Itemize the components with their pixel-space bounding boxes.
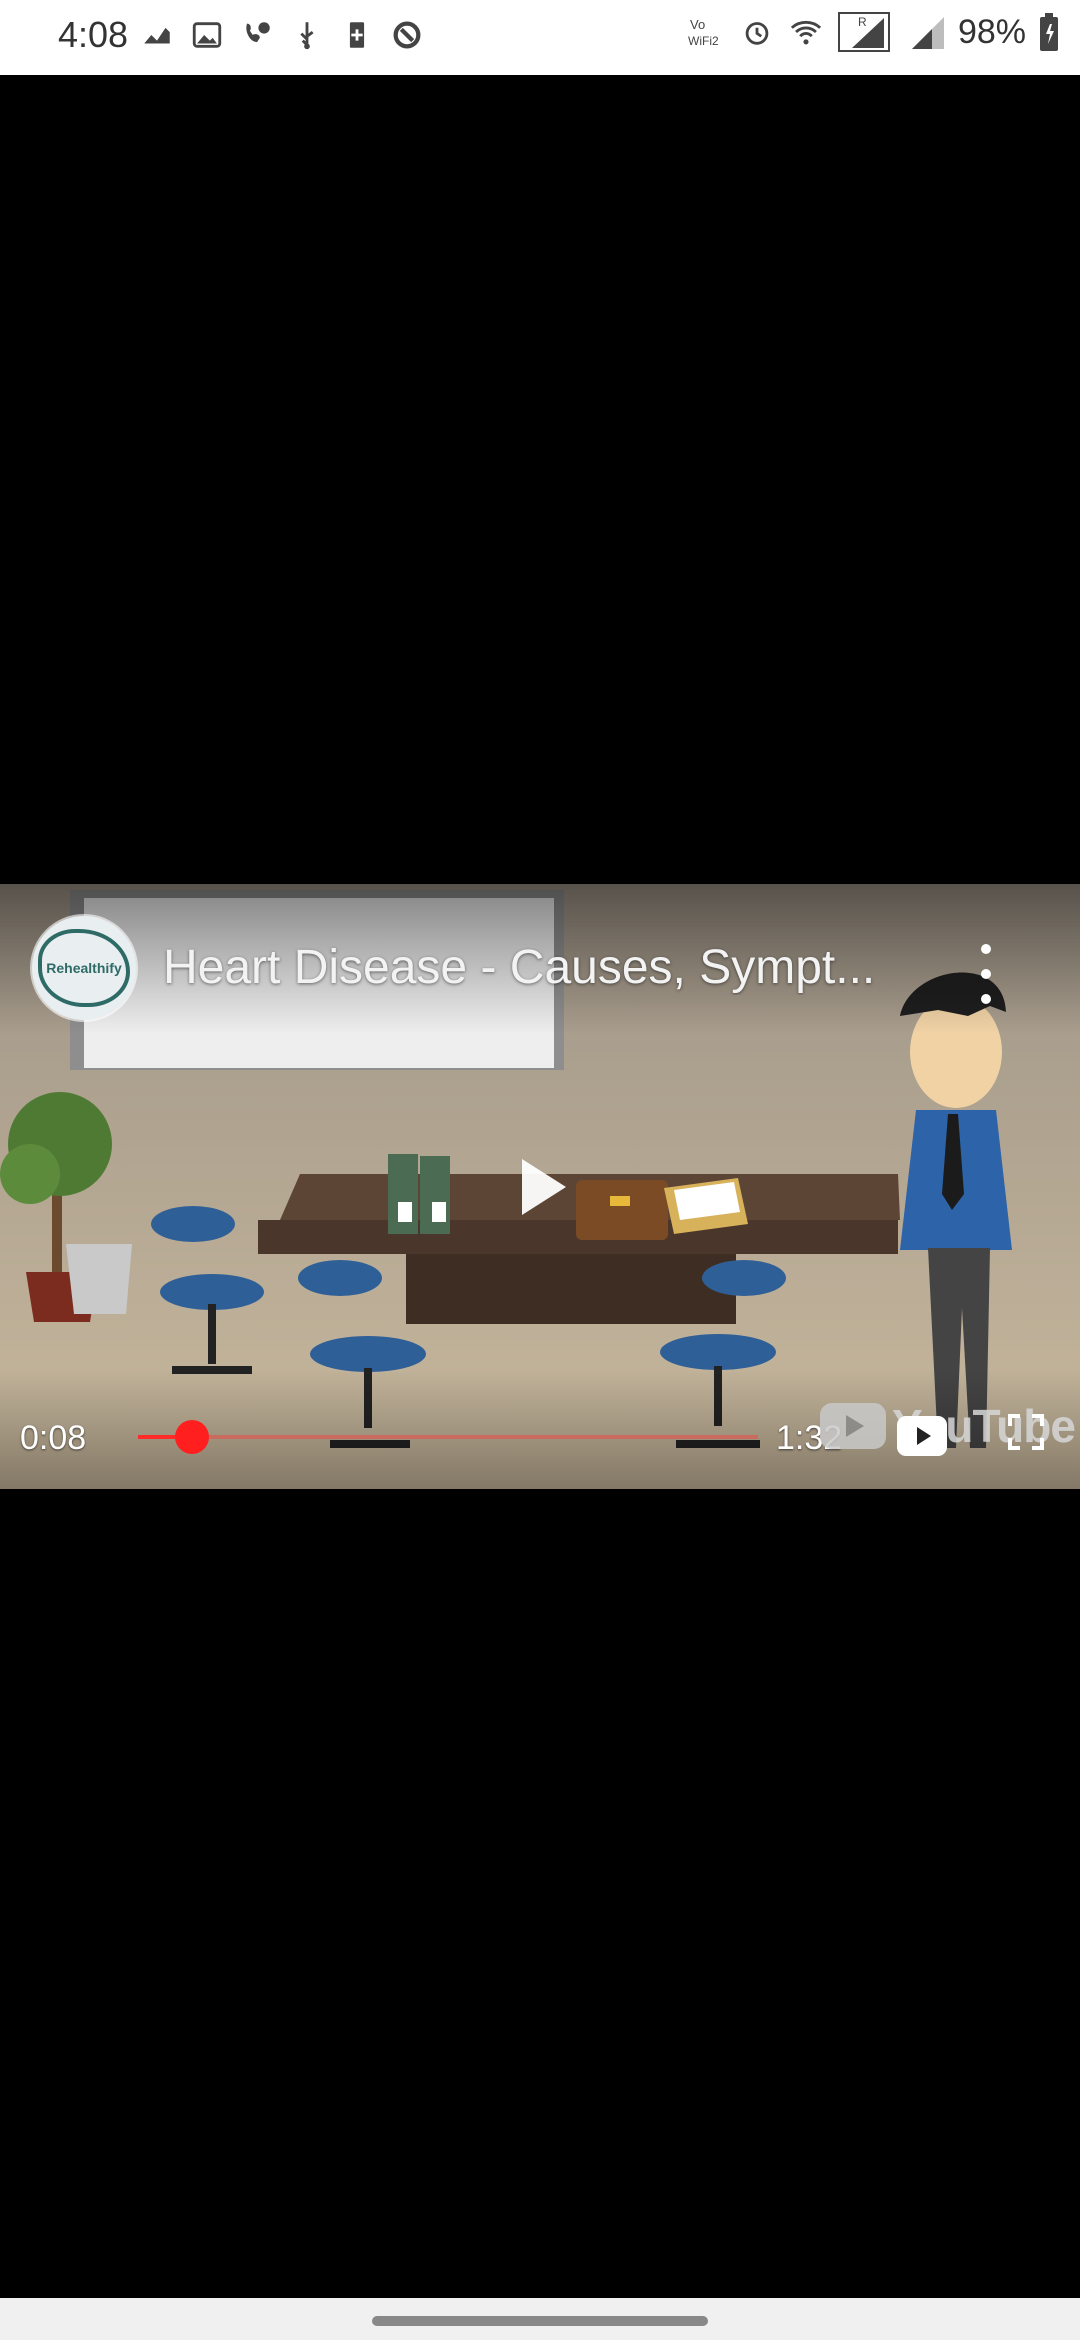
more-dot-icon — [981, 944, 991, 954]
system-icons: Vo WiFi2 R 98% — [688, 12, 1060, 52]
vowifi-icon: Vo WiFi2 — [688, 17, 719, 48]
status-bar: 4:08 Vo WiFi2 R 98% — [0, 0, 1080, 75]
channel-logo: Rehealthify — [38, 929, 130, 1007]
channel-avatar[interactable]: Rehealthify — [32, 916, 136, 1020]
battery-saver-icon — [349, 22, 365, 48]
svg-text:WiFi2: WiFi2 — [688, 34, 719, 48]
video-title[interactable]: Heart Disease - Causes, Sympt... — [163, 940, 913, 995]
progress-bar[interactable] — [138, 1420, 758, 1454]
fullscreen-icon[interactable] — [1006, 1412, 1046, 1452]
play-button[interactable] — [522, 1159, 566, 1215]
more-options-button[interactable] — [966, 944, 1006, 1004]
progress-thumb[interactable] — [174, 1420, 209, 1454]
vpn-icon — [393, 21, 421, 49]
notification-icons — [140, 18, 424, 52]
svg-text:Vo: Vo — [690, 17, 705, 32]
video-player[interactable]: Rehealthify Heart Disease - Causes, Symp… — [0, 884, 1080, 1489]
current-time: 0:08 — [20, 1419, 87, 1457]
battery-icon — [1040, 13, 1058, 51]
alarm-icon — [745, 22, 769, 45]
signal-sim2-icon — [911, 17, 944, 49]
image-icon — [192, 22, 222, 48]
status-time: 4:08 — [58, 14, 129, 55]
battery-percent: 98% — [957, 12, 1026, 51]
youtube-logo-icon — [820, 1403, 886, 1449]
svg-text:R: R — [858, 15, 867, 29]
call-icon — [246, 22, 270, 43]
wifi-icon — [790, 20, 822, 45]
more-dot-icon — [981, 969, 991, 979]
watch-on-youtube-button[interactable] — [897, 1416, 947, 1456]
more-dot-icon — [981, 994, 991, 1004]
signal-sim1-icon: R — [837, 12, 890, 52]
youtube-play-icon — [916, 1427, 931, 1445]
navigation-bar — [0, 2298, 1080, 2340]
home-gesture-handle[interactable] — [372, 2316, 708, 2326]
usb-icon — [300, 22, 314, 50]
analytics-icon — [144, 27, 170, 44]
